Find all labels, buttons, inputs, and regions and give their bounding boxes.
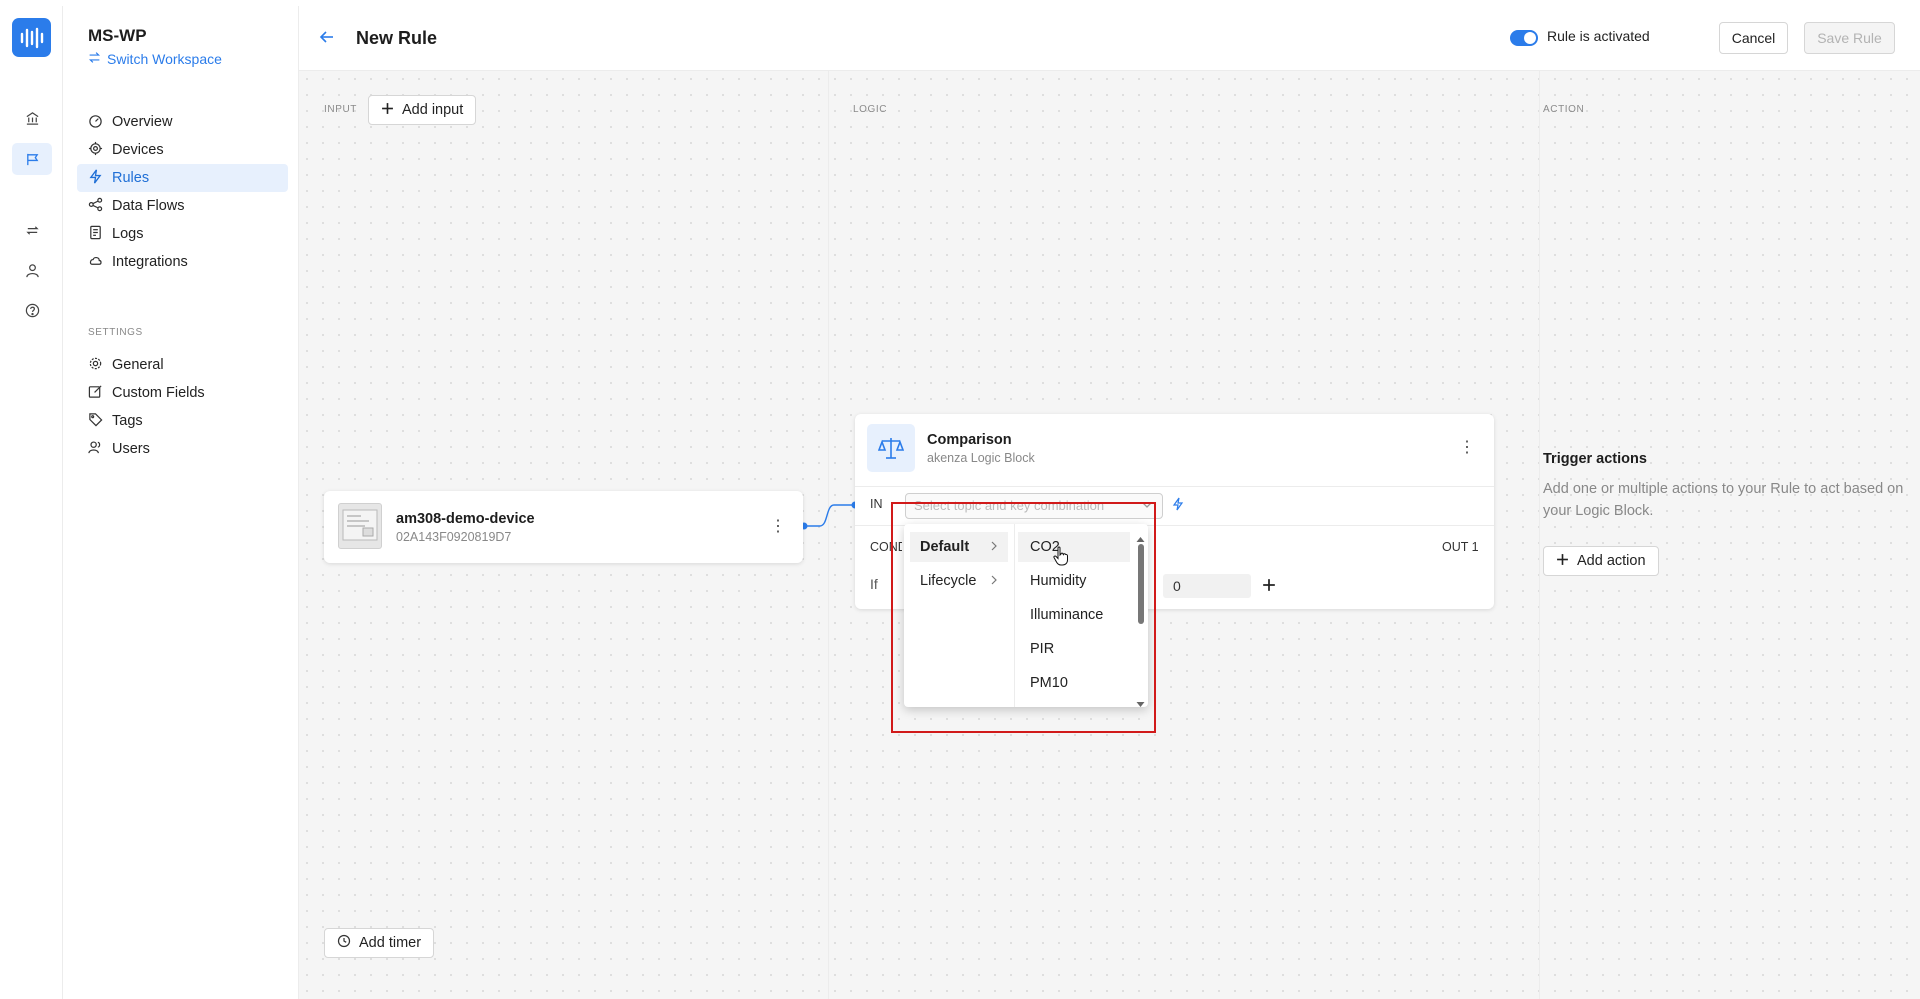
plus-icon <box>1556 553 1569 570</box>
sidebar-item-data-flows[interactable]: Data Flows <box>77 192 288 220</box>
clock-icon <box>337 934 351 952</box>
logic-block-subtitle: akenza Logic Block <box>927 451 1035 465</box>
sidebar-item-overview[interactable]: Overview <box>77 108 288 136</box>
sidebar-item-logs[interactable]: Logs <box>77 220 288 248</box>
output-slot-label: OUT 1 <box>1442 540 1479 554</box>
add-timer-button[interactable]: Add timer <box>324 928 435 958</box>
add-timer-label: Add timer <box>359 935 422 951</box>
plus-icon <box>381 102 394 119</box>
swap-icon <box>88 51 101 67</box>
sidebar-item-label: Users <box>112 441 150 457</box>
sidebar-item-custom-fields[interactable]: Custom Fields <box>77 379 288 407</box>
user-icon[interactable] <box>20 258 44 282</box>
add-input-label: Add input <box>402 102 464 118</box>
add-action-label: Add action <box>1577 553 1646 569</box>
bolt-icon[interactable] <box>1172 497 1184 514</box>
cancel-button[interactable]: Cancel <box>1719 22 1788 54</box>
rule-active-label: Rule is activated <box>1547 28 1650 44</box>
edit-icon <box>88 384 103 403</box>
workspace-name: MS-WP <box>88 26 147 45</box>
sidebar-item-label: Logs <box>112 226 144 242</box>
input-column-label: INPUT <box>324 104 357 115</box>
settings-heading: SETTINGS <box>88 327 143 338</box>
device-id: 02A143F0920819D7 <box>396 530 512 544</box>
flag-icon[interactable] <box>12 143 52 175</box>
logic-block-name: Comparison <box>927 432 1012 448</box>
device-icon <box>88 141 103 160</box>
switch-workspace-link[interactable]: Switch Workspace <box>88 51 222 67</box>
sidebar-item-label: Overview <box>112 114 173 130</box>
logo-icon[interactable] <box>12 18 51 57</box>
bolt-icon <box>88 169 103 188</box>
users-icon <box>88 440 103 459</box>
sidebar-item-rules[interactable]: Rules <box>77 164 288 192</box>
sidebar-item-label: Integrations <box>112 254 188 270</box>
page-header: New Rule Rule is activated Cancel Save R… <box>299 6 1920 71</box>
trigger-actions-title: Trigger actions <box>1543 451 1647 467</box>
input-slot-label: IN 1 <box>870 497 884 511</box>
sidebar-item-label: Devices <box>112 142 164 158</box>
save-rule-button[interactable]: Save Rule <box>1804 22 1895 54</box>
switch-workspace-label: Switch Workspace <box>107 51 222 67</box>
icon-rail <box>0 6 63 999</box>
cloud-icon <box>88 253 103 272</box>
sidebar-item-label: Data Flows <box>112 198 185 214</box>
scale-icon <box>867 424 915 472</box>
add-action-button[interactable]: Add action <box>1543 546 1659 576</box>
sidebar-item-label: Tags <box>112 413 143 429</box>
connector-line <box>800 501 859 530</box>
gear-icon <box>88 356 103 375</box>
sidebar-item-tags[interactable]: Tags <box>77 407 288 435</box>
sidebar-item-label: Rules <box>112 170 150 186</box>
logic-column-label: LOGIC <box>853 104 888 115</box>
sidebar-item-general[interactable]: General <box>77 351 288 379</box>
column-divider <box>1539 71 1540 999</box>
sidebar-item-devices[interactable]: Devices <box>77 136 288 164</box>
share-icon <box>88 197 103 216</box>
plus-icon[interactable] <box>1262 578 1276 595</box>
device-card[interactable]: am308-demo-device 02A143F0920819D7 ⋮ <box>324 491 803 563</box>
if-label: If <box>870 576 878 592</box>
home-icon[interactable] <box>20 106 44 130</box>
sidebar: MS-WP Switch Workspace Overview Devices … <box>63 6 299 999</box>
tag-icon <box>88 412 103 431</box>
highlight-box <box>891 502 1156 733</box>
dashboard-icon <box>88 113 103 132</box>
sidebar-item-label: Custom Fields <box>112 385 205 401</box>
trigger-actions-description: Add one or multiple actions to your Rule… <box>1543 481 1904 519</box>
repeat-icon[interactable] <box>20 218 44 242</box>
column-divider <box>828 71 829 999</box>
more-vertical-icon[interactable]: ⋮ <box>1459 440 1475 456</box>
device-image <box>338 503 382 549</box>
rule-active-toggle[interactable] <box>1510 30 1538 46</box>
action-column-label: ACTION <box>1543 104 1585 115</box>
device-name: am308-demo-device <box>396 511 535 527</box>
more-vertical-icon[interactable]: ⋮ <box>770 519 786 535</box>
log-icon <box>88 225 103 244</box>
sidebar-item-label: General <box>112 357 164 373</box>
back-arrow-icon[interactable] <box>319 29 335 48</box>
sidebar-item-integrations[interactable]: Integrations <box>77 248 288 276</box>
page-title: New Rule <box>356 28 438 48</box>
help-icon[interactable] <box>20 298 44 322</box>
sidebar-item-users[interactable]: Users <box>77 435 288 463</box>
divider <box>855 486 1494 487</box>
add-input-button[interactable]: Add input <box>368 95 477 125</box>
compare-value-input[interactable]: 0 <box>1163 574 1251 598</box>
